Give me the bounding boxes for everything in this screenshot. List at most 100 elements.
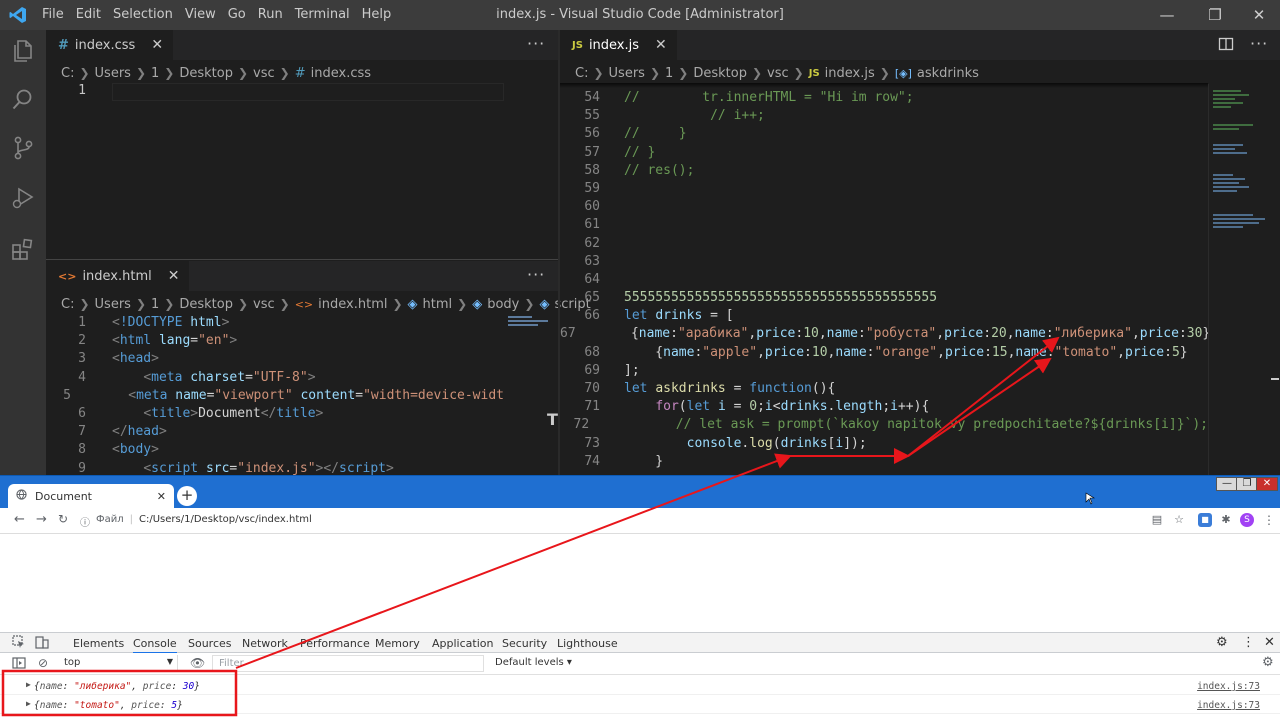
source-link[interactable]: index.js:73 bbox=[1197, 700, 1260, 711]
extensions-icon[interactable] bbox=[10, 236, 36, 262]
menu-kebab-icon[interactable]: ⋮ bbox=[1262, 513, 1276, 527]
code-line[interactable]: 5 <meta name="viewport" content="width=d… bbox=[46, 387, 504, 405]
breadcrumb-item[interactable]: 1 bbox=[665, 66, 673, 81]
code-line[interactable]: 74 } bbox=[560, 453, 1208, 471]
run-debug-icon[interactable] bbox=[10, 185, 36, 211]
close-icon[interactable]: ✕ bbox=[1256, 477, 1278, 491]
breadcrumb-item[interactable]: vsc bbox=[253, 66, 275, 81]
breadcrumb-item[interactable]: body bbox=[487, 297, 519, 312]
code-line[interactable]: 64 bbox=[560, 271, 1208, 289]
menu-run[interactable]: Run bbox=[252, 0, 289, 30]
devtools-tab-performance[interactable]: Performance bbox=[300, 637, 370, 650]
breadcrumb-item[interactable]: vsc bbox=[767, 66, 789, 81]
code-line[interactable]: 59 bbox=[560, 180, 1208, 198]
devtools-menu-icon[interactable]: ⋮ bbox=[1242, 635, 1255, 650]
breadcrumb-item[interactable]: Desktop bbox=[693, 66, 747, 81]
close-icon[interactable]: ✕ bbox=[151, 37, 163, 53]
breadcrumb-item[interactable]: Desktop bbox=[179, 66, 233, 81]
code-line[interactable]: 55 // i++; bbox=[560, 107, 1208, 125]
menu-edit[interactable]: Edit bbox=[70, 0, 107, 30]
code-line[interactable]: 63 bbox=[560, 253, 1208, 271]
restore-icon[interactable]: ❐ bbox=[1192, 0, 1238, 30]
devtools-tab-application[interactable]: Application bbox=[432, 637, 493, 650]
back-icon[interactable]: ← bbox=[14, 512, 25, 527]
breadcrumb-item[interactable]: askdrinks bbox=[917, 66, 979, 81]
minimap[interactable] bbox=[506, 314, 558, 354]
breadcrumb-item[interactable]: C: bbox=[61, 66, 74, 81]
explorer-icon[interactable] bbox=[10, 38, 36, 64]
code-line[interactable]: 70 let askdrinks = function(){ bbox=[560, 380, 1208, 398]
close-icon[interactable]: ✕ bbox=[157, 490, 166, 503]
code-line[interactable]: 1 <!DOCTYPE html> bbox=[46, 314, 504, 332]
menu-help[interactable]: Help bbox=[356, 0, 398, 30]
breadcrumb-item[interactable]: Desktop bbox=[179, 297, 233, 312]
breadcrumb-item[interactable]: 1 bbox=[151, 66, 159, 81]
context-selector[interactable]: top ▼ bbox=[58, 655, 178, 672]
more-actions-icon[interactable]: ··· bbox=[1250, 34, 1268, 53]
menu-selection[interactable]: Selection bbox=[107, 0, 179, 30]
restore-icon[interactable]: ❐ bbox=[1236, 477, 1258, 491]
console-filter-input[interactable]: Filter bbox=[212, 655, 484, 672]
devtools-tab-elements[interactable]: Elements bbox=[73, 637, 124, 650]
breadcrumb-item[interactable]: 1 bbox=[151, 297, 159, 312]
profile-avatar[interactable]: S bbox=[1240, 513, 1254, 527]
devtools-tab-sources[interactable]: Sources bbox=[188, 637, 232, 650]
close-devtools-icon[interactable]: ✕ bbox=[1264, 635, 1275, 650]
code-line[interactable]: 65 55555555555555555555555555555555555555… bbox=[560, 289, 1208, 307]
tab-index-html[interactable]: <> index.html ✕ bbox=[46, 261, 190, 291]
search-icon[interactable] bbox=[10, 87, 36, 113]
console-message[interactable]: ▶ {name: "либерика", price: 30} index.js… bbox=[0, 677, 1280, 695]
code-line[interactable]: 62 bbox=[560, 235, 1208, 253]
menu-terminal[interactable]: Terminal bbox=[289, 0, 356, 30]
settings-gear-icon[interactable]: ⚙ bbox=[1216, 635, 1228, 650]
eye-icon[interactable]: 👁 bbox=[190, 656, 205, 670]
devtools-tab-network[interactable]: Network bbox=[242, 637, 288, 650]
code-line[interactable]: 69]; bbox=[560, 362, 1208, 380]
breadcrumb-item[interactable]: html bbox=[423, 297, 453, 312]
more-actions-icon[interactable]: ··· bbox=[527, 34, 545, 53]
js-code-area[interactable]: 54 // tr.innerHTML = "Hi im row"; 55 // i+… bbox=[560, 89, 1208, 475]
devtools-tab-security[interactable]: Security bbox=[502, 637, 547, 650]
menu-go[interactable]: Go bbox=[222, 0, 252, 30]
minimize-icon[interactable]: — bbox=[1144, 0, 1190, 30]
forward-icon[interactable]: → bbox=[36, 512, 47, 527]
code-line[interactable]: 2 <html lang="en"> bbox=[46, 332, 504, 350]
breadcrumb-item[interactable]: C: bbox=[575, 66, 588, 81]
code-line[interactable]: 3 <head> bbox=[46, 350, 504, 368]
console-message[interactable]: ▶ {name: "tomato", price: 5} index.js:73 bbox=[0, 696, 1280, 714]
address-bar[interactable]: ⓘ Файл | C:/Users/1/Desktop/vsc/index.ht… bbox=[80, 514, 312, 529]
devtools-tab-lighthouse[interactable]: Lighthouse bbox=[557, 637, 618, 650]
breadcrumb-item[interactable]: Users bbox=[95, 66, 131, 81]
breadcrumb-item[interactable]: index.css bbox=[311, 66, 371, 81]
devtools-tab-memory[interactable]: Memory bbox=[375, 637, 420, 650]
source-link[interactable]: index.js:73 bbox=[1197, 681, 1260, 692]
code-line[interactable]: 66 let drinks = [ bbox=[560, 307, 1208, 325]
more-actions-icon[interactable]: ··· bbox=[527, 265, 545, 284]
code-line[interactable]: 73 console.log(drinks[i]); bbox=[560, 435, 1208, 453]
split-editor-icon[interactable] bbox=[1218, 36, 1234, 56]
breadcrumb-item[interactable]: index.html bbox=[318, 297, 387, 312]
close-icon[interactable]: ✕ bbox=[1236, 0, 1280, 30]
code-line[interactable]: 72 // let ask = prompt(`kakoy napitok vy… bbox=[560, 416, 1209, 434]
code-line[interactable]: 67 {name:"арабика",price:10,name:"робуст… bbox=[560, 325, 1208, 343]
inspect-element-icon[interactable] bbox=[12, 635, 26, 652]
close-icon[interactable]: ✕ bbox=[168, 268, 180, 284]
reload-icon[interactable]: ↻ bbox=[58, 512, 68, 526]
browser-tab[interactable]: Document ✕ bbox=[8, 484, 174, 508]
devtools-tab-console[interactable]: Console bbox=[133, 637, 177, 654]
minimize-icon[interactable]: — bbox=[1216, 477, 1238, 491]
minimap[interactable] bbox=[1208, 84, 1280, 475]
code-line[interactable]: 9 <script src="index.js"></script> bbox=[46, 460, 504, 476]
breadcrumb-item[interactable]: vsc bbox=[253, 297, 275, 312]
code-line[interactable]: 56 // } bbox=[560, 125, 1208, 143]
close-icon[interactable]: ✕ bbox=[655, 37, 667, 53]
breadcrumb-item[interactable]: Users bbox=[609, 66, 645, 81]
expand-triangle-icon[interactable]: ▶ bbox=[26, 699, 31, 708]
editor-sash[interactable] bbox=[46, 259, 558, 260]
bookmark-star-icon[interactable]: ☆ bbox=[1172, 513, 1186, 527]
code-line[interactable]: 60 bbox=[560, 198, 1208, 216]
code-line[interactable]: 8 <body> bbox=[46, 441, 504, 459]
breadcrumb-item[interactable]: Users bbox=[95, 297, 131, 312]
tab-index-css[interactable]: # index.css ✕ bbox=[46, 30, 174, 60]
device-toolbar-icon[interactable] bbox=[35, 635, 49, 652]
